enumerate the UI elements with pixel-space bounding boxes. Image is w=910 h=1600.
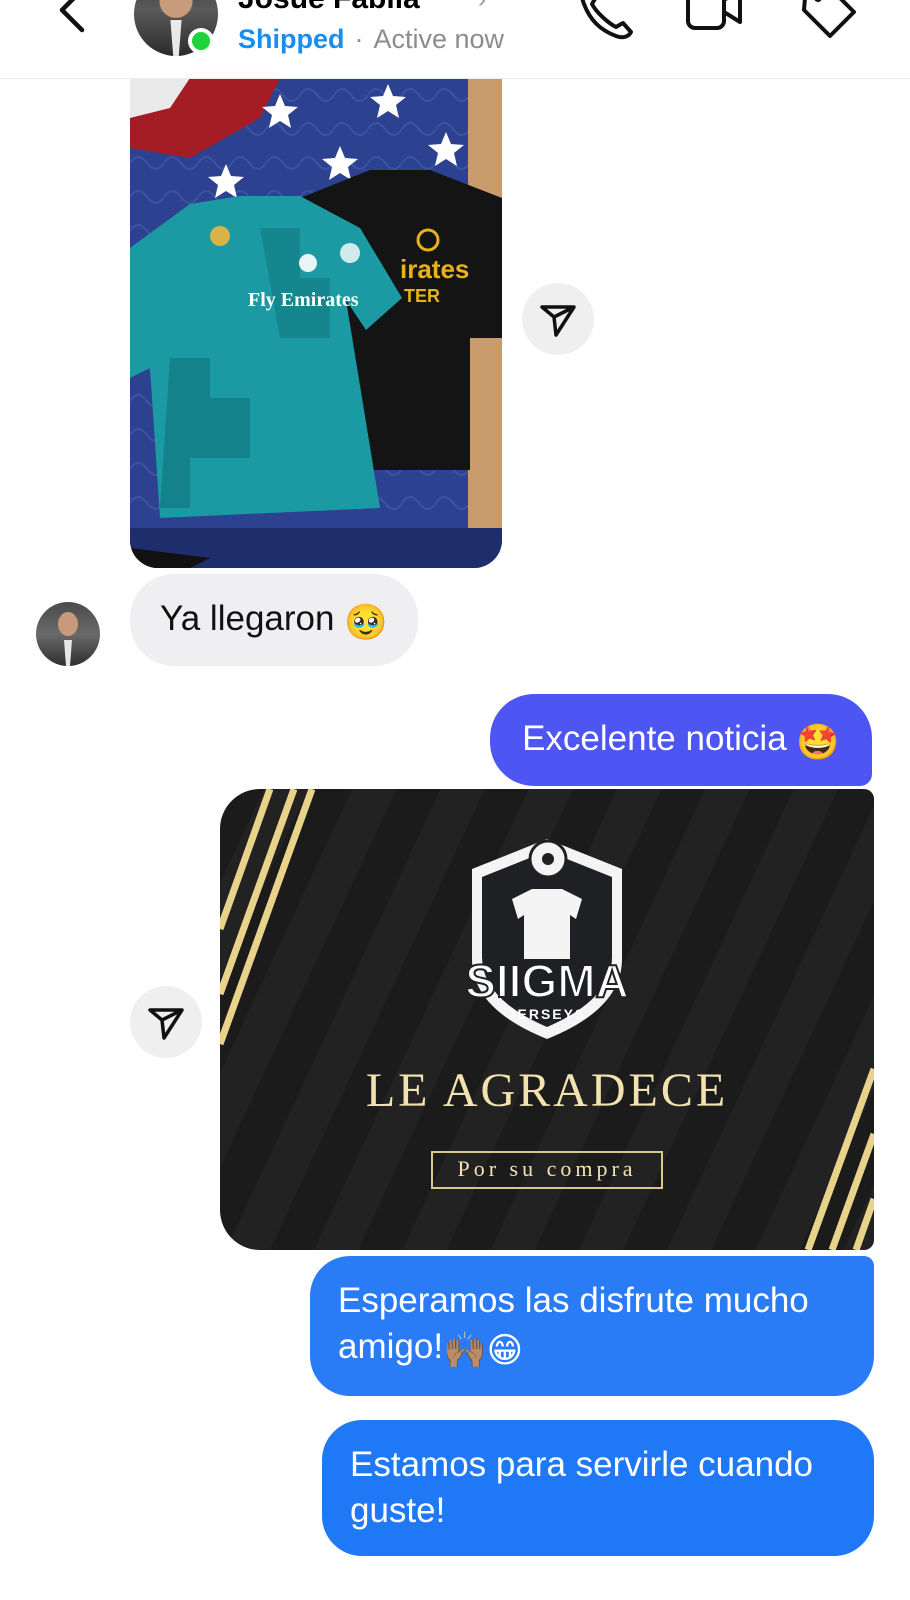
outgoing-message-bubble[interactable]: Excelente noticia 🤩 — [490, 694, 872, 786]
promo-card-image[interactable]: SIIGMA JERSEYS LE AGRADECE Por su compra — [220, 789, 874, 1250]
tag-button[interactable] — [798, 0, 858, 42]
svg-text:JERSEYS: JERSEYS — [508, 1006, 587, 1022]
shipped-label[interactable]: Shipped — [238, 24, 345, 54]
paper-plane-icon — [148, 1008, 184, 1040]
outgoing-message-text: Esperamos las disfrute mucho amigo! — [338, 1281, 809, 1366]
contact-name[interactable]: Josué Fabila — [238, 0, 420, 16]
outgoing-message-text: Excelente noticia — [522, 719, 787, 758]
back-chevron-icon — [59, 0, 85, 33]
promo-title: LE AGRADECE — [365, 1064, 729, 1117]
shirt-text-fly: Fly Emirates — [248, 289, 359, 311]
phone-icon — [580, 0, 633, 40]
status-separator: · — [354, 24, 364, 54]
incoming-message-text: Ya llegaron — [160, 599, 335, 638]
status-line: Shipped · Active now — [238, 24, 504, 55]
online-status-dot — [188, 28, 214, 54]
svg-text:irates: irates — [400, 254, 469, 284]
jerseys-photo[interactable]: irates TER Fly Emirates — [130, 78, 502, 568]
share-photo-button[interactable] — [522, 283, 594, 355]
chevron-right-icon[interactable]: › — [478, 0, 486, 14]
raised-hands-grin-emoji: 🙌🏽😁 — [443, 1331, 524, 1370]
paper-plane-icon — [540, 305, 576, 337]
chat-header: Josué Fabila › Shipped · Active now — [0, 0, 910, 79]
share-card-button[interactable] — [130, 986, 202, 1058]
siigma-logo: SIIGMA JERSEYS — [464, 839, 630, 1039]
call-button[interactable] — [574, 0, 634, 42]
tag-icon — [802, 0, 856, 38]
video-call-button[interactable] — [684, 0, 744, 42]
outgoing-message-text: Estamos para servirle cuando guste! — [350, 1445, 813, 1530]
outgoing-message-bubble[interactable]: Esperamos las disfrute mucho amigo!🙌🏽😁 — [310, 1256, 874, 1396]
incoming-message-bubble[interactable]: Ya llegaron 🥹 — [130, 574, 418, 666]
back-button[interactable] — [52, 0, 96, 42]
svg-text:TER: TER — [404, 286, 440, 306]
sender-avatar[interactable] — [36, 602, 100, 666]
pleading-face-emoji: 🥹 — [344, 603, 388, 642]
active-status: Active now — [373, 24, 505, 54]
promo-subtitle: Por su compra — [457, 1156, 637, 1181]
video-camera-icon — [686, 0, 742, 30]
outgoing-message-bubble[interactable]: Estamos para servirle cuando guste! — [322, 1420, 874, 1556]
star-struck-emoji: 🤩 — [796, 723, 840, 762]
svg-text:SIIGMA: SIIGMA — [465, 955, 629, 1007]
